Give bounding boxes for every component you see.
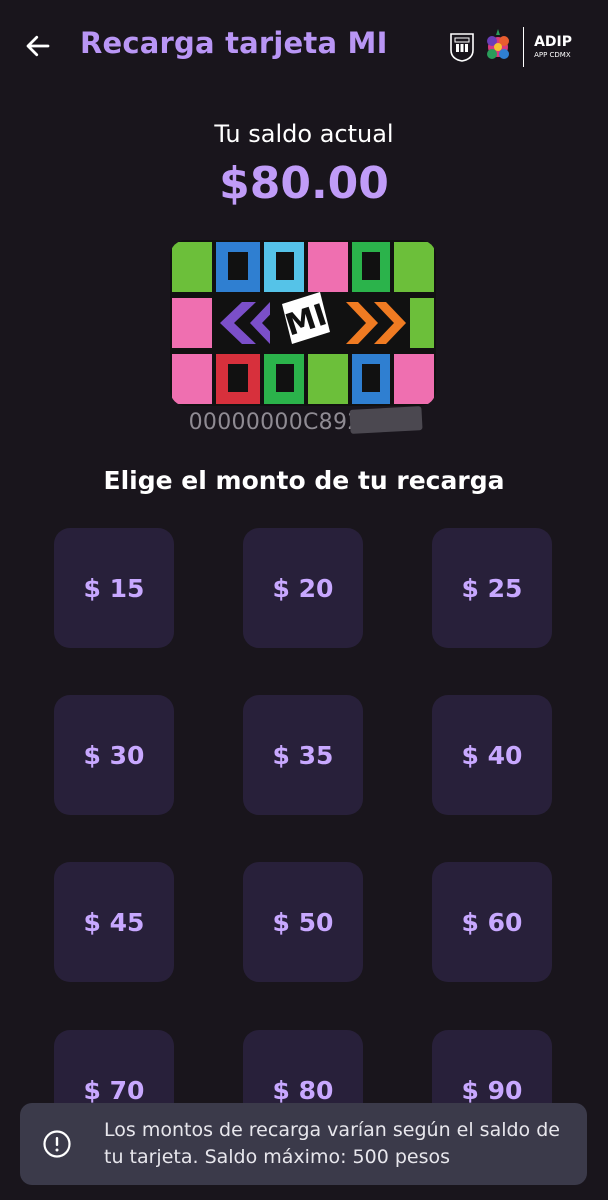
flower-logo-icon <box>487 29 510 59</box>
balance-label: Tu saldo actual <box>214 120 394 148</box>
balance-value: $80.00 <box>219 158 389 209</box>
adip-logo-subtext: APP CDMX <box>534 51 571 59</box>
page-title: Recarga tarjeta MI <box>80 26 388 60</box>
info-snackbar: Los montos de recarga varían según el sa… <box>20 1103 587 1185</box>
card-number: 00000000C892?D00 <box>188 410 420 435</box>
amount-button[interactable]: $ 20 <box>243 528 363 648</box>
logos: ADIP APP CDMX <box>449 24 572 70</box>
amount-button[interactable]: $ 50 <box>243 862 363 982</box>
mi-card-image: MI <box>170 240 436 406</box>
top-app-bar: Recarga tarjeta MI ADIP APP CDMX <box>0 0 608 92</box>
amount-button[interactable]: $ 25 <box>432 528 552 648</box>
arrow-left-icon <box>26 35 50 57</box>
amount-button[interactable]: $ 30 <box>54 695 174 815</box>
notice-text: Los montos de recarga varían según el sa… <box>104 1119 560 1168</box>
amounts-title: Elige el monto de tu recarga <box>103 466 505 495</box>
redaction-mark <box>349 406 423 434</box>
amount-button[interactable]: $ 60 <box>432 862 552 982</box>
amount-button[interactable]: $ 15 <box>54 528 174 648</box>
amount-button[interactable]: $ 45 <box>54 862 174 982</box>
amount-button[interactable]: $ 35 <box>243 695 363 815</box>
amount-button[interactable]: $ 40 <box>432 695 552 815</box>
cdmx-shield-icon <box>450 33 474 62</box>
logo-divider <box>523 27 525 67</box>
adip-logo: ADIP APP CDMX <box>534 35 572 59</box>
back-button[interactable] <box>20 28 56 64</box>
adip-logo-text: ADIP <box>534 34 572 50</box>
info-icon <box>43 1130 71 1158</box>
